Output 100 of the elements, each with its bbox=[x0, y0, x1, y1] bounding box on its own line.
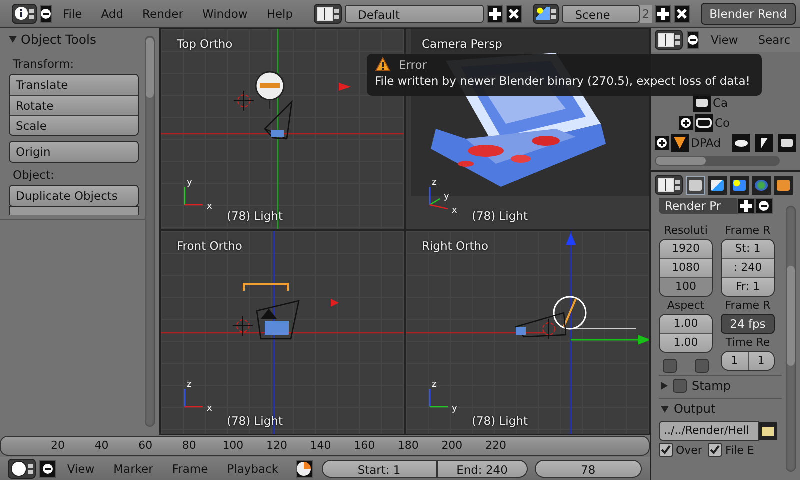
outliner-icon[interactable] bbox=[655, 30, 683, 50]
menu-item[interactable]: View bbox=[703, 33, 746, 47]
panel-header[interactable]: Output bbox=[659, 398, 782, 419]
section-label: Transform: bbox=[13, 57, 76, 71]
frame-number: 160 bbox=[354, 439, 376, 452]
frame-number: 220 bbox=[485, 439, 507, 452]
number-field[interactable]: 1.00 bbox=[660, 315, 712, 333]
layout-icon[interactable] bbox=[314, 4, 342, 24]
menu-item[interactable]: View bbox=[59, 462, 103, 476]
number-field[interactable]: 1080 bbox=[660, 258, 712, 277]
frame-number: 100 bbox=[222, 439, 244, 452]
frame-number: 180 bbox=[397, 439, 420, 452]
properties-tab[interactable] bbox=[730, 176, 749, 194]
current-frame-field[interactable]: 78 bbox=[534, 460, 642, 478]
disclosure-icon[interactable] bbox=[661, 406, 669, 412]
close-icon[interactable] bbox=[674, 4, 690, 22]
keying-icon[interactable] bbox=[296, 460, 313, 478]
scrollbar[interactable] bbox=[786, 206, 796, 472]
collapse-icon[interactable] bbox=[40, 4, 52, 22]
frame-rate-dropdown[interactable]: 24 fps bbox=[721, 314, 775, 334]
tool-button[interactable]: Scale bbox=[10, 115, 138, 135]
scene-icon[interactable] bbox=[533, 4, 560, 24]
link-icon bbox=[695, 114, 713, 132]
panel-title: Stamp bbox=[692, 379, 731, 393]
field-label: Aspect bbox=[666, 299, 706, 312]
camera-drawing[interactable] bbox=[514, 312, 567, 338]
checkbox[interactable] bbox=[708, 443, 722, 457]
checkbox-label: Over bbox=[676, 444, 702, 456]
tool-button[interactable]: Translate bbox=[10, 75, 138, 95]
user-count: 2 bbox=[640, 4, 652, 22]
menu-item[interactable]: Searc bbox=[750, 33, 799, 47]
folder-icon[interactable] bbox=[759, 422, 777, 440]
collapse-icon[interactable] bbox=[687, 31, 699, 49]
panel-header[interactable]: Stamp bbox=[659, 375, 782, 396]
menu-item[interactable]: Marker bbox=[106, 462, 162, 476]
number-field[interactable]: St: 1 bbox=[722, 240, 774, 258]
number-field[interactable]: : 240 bbox=[722, 258, 774, 277]
menu-item[interactable]: Window bbox=[194, 6, 256, 20]
frame-number: 60 bbox=[138, 439, 154, 452]
close-icon[interactable] bbox=[506, 4, 522, 22]
lamp-drawing[interactable] bbox=[255, 71, 285, 110]
checkbox[interactable] bbox=[663, 359, 677, 373]
menu-item[interactable]: Playback bbox=[219, 462, 287, 476]
start-frame-field[interactable]: Start: 1 bbox=[322, 460, 437, 478]
axis-gizmo-icon bbox=[429, 389, 448, 408]
clock-icon[interactable] bbox=[8, 458, 36, 478]
scrollbar[interactable] bbox=[145, 36, 155, 427]
axis-label: x bbox=[207, 202, 212, 212]
menu-item[interactable]: Help bbox=[258, 6, 302, 20]
scene-field[interactable]: Scene bbox=[562, 4, 640, 22]
axis-label: y bbox=[444, 192, 450, 202]
tool-button[interactable]: Origin bbox=[10, 142, 138, 162]
tool-button[interactable]: Rotate bbox=[10, 95, 138, 115]
timeline-ruler[interactable]: 20 40 60 80 100 120 140 160 180 200 220 bbox=[0, 436, 650, 456]
menu-item[interactable]: Add bbox=[93, 6, 132, 20]
info-editor-icon[interactable] bbox=[12, 4, 37, 24]
outliner-item[interactable]: Ca bbox=[713, 96, 749, 110]
properties-tab[interactable] bbox=[774, 176, 793, 194]
collapse-icon[interactable] bbox=[39, 460, 56, 478]
viewport[interactable]: Right Ortho z y (78) Light bbox=[405, 230, 650, 435]
checkbox[interactable] bbox=[673, 379, 687, 393]
number-field[interactable]: 100 bbox=[660, 277, 712, 296]
add-icon[interactable] bbox=[737, 198, 755, 214]
frame-number: 200 bbox=[441, 439, 464, 452]
preset-dropdown[interactable]: Render Pr bbox=[659, 198, 737, 214]
disclosure-icon[interactable] bbox=[9, 36, 17, 43]
number-field[interactable]: 1920 bbox=[660, 240, 712, 258]
properties-tab[interactable] bbox=[708, 176, 727, 194]
add-icon[interactable] bbox=[487, 4, 504, 22]
end-frame-field[interactable]: End: 240 bbox=[436, 460, 528, 478]
menu-item[interactable]: File bbox=[55, 6, 90, 20]
number-field[interactable]: 1.00 bbox=[660, 333, 712, 352]
checkbox[interactable] bbox=[659, 443, 673, 457]
layout-field[interactable]: Default bbox=[345, 4, 484, 22]
checkbox[interactable] bbox=[695, 359, 709, 373]
number-field[interactable]: Fr: 1 bbox=[722, 277, 774, 296]
expand-icon[interactable] bbox=[679, 116, 693, 130]
object-info: (78) Light bbox=[472, 209, 528, 223]
camera-drawing[interactable] bbox=[264, 100, 293, 140]
render-engine-dropdown[interactable]: Blender Rend bbox=[700, 2, 796, 24]
outliner-item[interactable]: Co bbox=[715, 116, 751, 130]
panel-header[interactable]: Object Tools bbox=[9, 32, 139, 47]
add-icon[interactable] bbox=[654, 4, 671, 22]
view-label: Camera Persp bbox=[422, 37, 504, 51]
tool-button[interactable]: Duplicate Objects bbox=[10, 186, 138, 206]
camera-drawing[interactable] bbox=[256, 300, 300, 340]
expand-icon[interactable] bbox=[655, 136, 669, 150]
outliner-item[interactable]: DPAd bbox=[691, 136, 727, 150]
remove-icon[interactable] bbox=[755, 198, 773, 214]
menu-item[interactable]: Render bbox=[134, 6, 192, 20]
axis-label: z bbox=[187, 380, 192, 390]
properties-icon[interactable] bbox=[655, 175, 683, 195]
arrow-icon bbox=[331, 299, 339, 307]
output-path-field[interactable]: ../../Render/Hell bbox=[659, 421, 759, 441]
menu-item[interactable]: Frame bbox=[164, 462, 216, 476]
object-info: (78) Light bbox=[472, 414, 528, 428]
properties-tab[interactable] bbox=[686, 176, 705, 194]
tool-button[interactable] bbox=[9, 206, 139, 215]
view-label: Top Ortho bbox=[177, 37, 234, 51]
scrollbar[interactable] bbox=[655, 156, 780, 166]
